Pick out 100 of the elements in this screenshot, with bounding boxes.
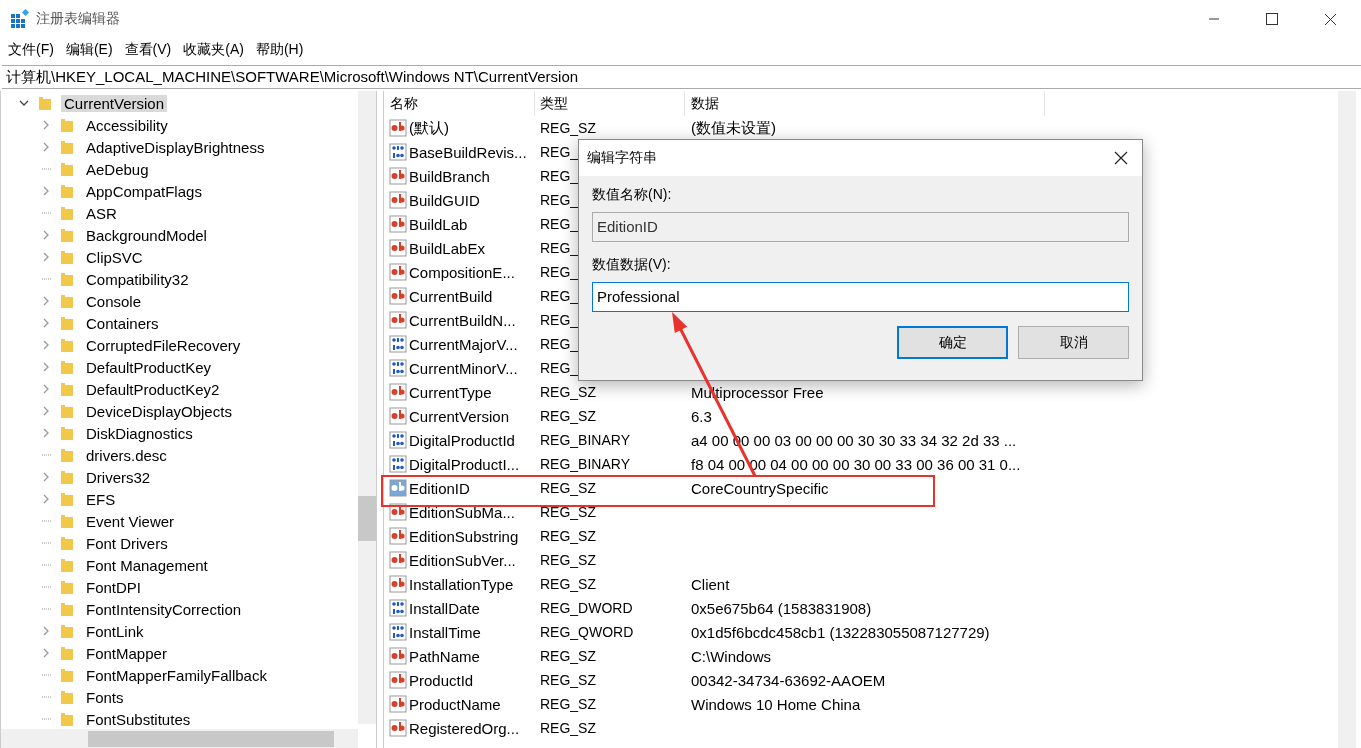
menu-item[interactable]: 文件(F) <box>8 41 54 59</box>
folder-icon <box>59 271 75 287</box>
folder-icon <box>59 117 75 133</box>
ok-button[interactable]: 确定 <box>897 326 1008 359</box>
tree-item[interactable]: Drivers32 <box>83 468 154 486</box>
tree-item[interactable]: ClipSVC <box>83 248 146 266</box>
value-name[interactable]: BuildLab <box>409 215 468 233</box>
chevron-right-icon[interactable] <box>41 318 51 328</box>
value-data: 00342-34734-63692-AAOEM <box>691 671 886 689</box>
chevron-right-icon[interactable] <box>41 186 51 196</box>
column-header[interactable]: 数据 <box>685 91 1045 116</box>
value-type: REG_SZ <box>540 696 596 712</box>
value-name[interactable]: EditionSubMa... <box>409 503 515 521</box>
tree-item[interactable]: drivers.desc <box>83 446 170 464</box>
chevron-right-icon[interactable] <box>41 252 51 262</box>
value-name[interactable]: InstallationType <box>409 575 514 593</box>
chevron-right-icon[interactable] <box>41 384 51 394</box>
chevron-right-icon[interactable] <box>41 120 51 130</box>
column-header[interactable]: 类型 <box>535 91 685 116</box>
value-type: REG_SZ <box>540 576 596 592</box>
chevron-right-icon[interactable] <box>41 296 51 306</box>
value-name[interactable]: InstallDate <box>409 599 480 617</box>
chevron-right-icon[interactable] <box>41 340 51 350</box>
chevron-right-icon[interactable] <box>41 428 51 438</box>
value-name[interactable]: EditionSubstring <box>409 527 519 545</box>
tree-item[interactable]: EFS <box>83 490 119 508</box>
close-icon[interactable] <box>1114 151 1128 165</box>
maximize-icon[interactable] <box>1266 13 1278 25</box>
value-type: REG_SZ <box>540 672 596 688</box>
value-name[interactable]: CurrentVersion <box>409 407 510 425</box>
chevron-right-icon[interactable] <box>41 362 51 372</box>
chevron-right-icon[interactable] <box>41 472 51 482</box>
menu-item[interactable]: 查看(V) <box>124 41 172 59</box>
value-name[interactable]: BaseBuildRevis... <box>409 143 527 161</box>
chevron-right-icon[interactable] <box>41 648 51 658</box>
tree-item[interactable]: CurrentVersion <box>61 94 168 112</box>
value-data-field[interactable]: Professional <box>592 282 1129 312</box>
tree-item[interactable]: FontMapperFamilyFallback <box>83 666 270 684</box>
value-name[interactable]: BuildBranch <box>409 167 490 185</box>
value-name[interactable]: DigitalProductId <box>409 431 515 449</box>
tree-item[interactable]: ASR <box>83 204 120 222</box>
address-bar[interactable]: 计算机\HKEY_LOCAL_MACHINE\SOFTWARE\Microsoft\Windows NT\CurrentVersion <box>2 65 1361 89</box>
value-type: REG_DWORD <box>540 600 633 616</box>
tree-item[interactable]: Font Management <box>83 556 211 574</box>
value-name[interactable]: BuildGUID <box>409 191 480 209</box>
value-name[interactable]: InstallTime <box>409 623 481 641</box>
tree-item[interactable]: DiskDiagnostics <box>83 424 196 442</box>
value-type: REG_SZ <box>540 720 596 736</box>
value-name[interactable]: CurrentMajorV... <box>409 335 518 353</box>
tree-item[interactable]: AppCompatFlags <box>83 182 205 200</box>
tree-item[interactable]: Console <box>83 292 145 310</box>
value-name[interactable]: CurrentType <box>409 383 492 401</box>
tree-item[interactable]: Accessibility <box>83 116 171 134</box>
value-name[interactable]: CompositionE... <box>409 263 515 281</box>
tree-item[interactable]: FontIntensityCorrection <box>83 600 245 618</box>
tree-item[interactable]: BackgroundModel <box>83 226 210 244</box>
tree-item[interactable]: Containers <box>83 314 162 332</box>
chevron-down-icon[interactable] <box>19 98 29 108</box>
cancel-button[interactable]: 取消 <box>1018 326 1129 359</box>
value-name[interactable]: EditionID <box>409 479 470 497</box>
tree-item[interactable]: FontLink <box>83 622 147 640</box>
chevron-right-icon[interactable] <box>41 230 51 240</box>
tree-item[interactable]: Compatibility32 <box>83 270 192 288</box>
value-name[interactable]: ProductId <box>409 671 474 689</box>
tree-item[interactable]: FontSubstitutes <box>83 710 194 728</box>
chevron-right-icon[interactable] <box>41 626 51 636</box>
menu-item[interactable]: 收藏夹(A) <box>183 41 244 59</box>
tree-item[interactable]: AeDebug <box>83 160 152 178</box>
chevron-right-icon[interactable] <box>41 494 51 504</box>
tree-item[interactable]: DeviceDisplayObjects <box>83 402 235 420</box>
column-header[interactable]: 名称 <box>384 91 535 116</box>
value-name[interactable]: PathName <box>409 647 480 665</box>
chevron-right-icon[interactable] <box>41 406 51 416</box>
value-name[interactable]: BuildLabEx <box>409 239 485 257</box>
value-name[interactable]: CurrentBuild <box>409 287 493 305</box>
close-icon[interactable] <box>1324 12 1337 26</box>
registry-icon <box>10 9 30 29</box>
value-name[interactable]: DigitalProductI... <box>409 455 520 473</box>
value-name[interactable]: CurrentBuildN... <box>409 311 516 329</box>
horizontal-scrollbar[interactable] <box>1 729 358 748</box>
menu-item[interactable]: 编辑(E) <box>65 41 113 59</box>
vertical-scrollbar[interactable] <box>358 91 376 724</box>
tree-item[interactable]: FontDPI <box>83 578 145 596</box>
tree-item[interactable]: DefaultProductKey2 <box>83 380 223 398</box>
tree-item[interactable]: AdaptiveDisplayBrightness <box>83 138 268 156</box>
chevron-right-icon[interactable] <box>41 142 51 152</box>
menu-item[interactable]: 帮助(H) <box>255 41 304 59</box>
tree-item[interactable]: DefaultProductKey <box>83 358 215 376</box>
value-type: REG_ <box>540 192 579 208</box>
tree-item[interactable]: CorruptedFileRecovery <box>83 336 244 354</box>
value-name[interactable]: RegisteredOrg... <box>409 719 520 737</box>
tree-item[interactable]: Font Drivers <box>83 534 171 552</box>
value-name[interactable]: (默认) <box>409 118 449 138</box>
value-name[interactable]: EditionSubVer... <box>409 551 516 569</box>
value-name[interactable]: ProductName <box>409 695 501 713</box>
tree-item[interactable]: Fonts <box>83 688 127 706</box>
value-name[interactable]: CurrentMinorV... <box>409 359 518 377</box>
value-name-field[interactable]: EditionID <box>592 212 1129 242</box>
tree-item[interactable]: FontMapper <box>83 644 170 662</box>
tree-item[interactable]: Event Viewer <box>83 512 178 530</box>
